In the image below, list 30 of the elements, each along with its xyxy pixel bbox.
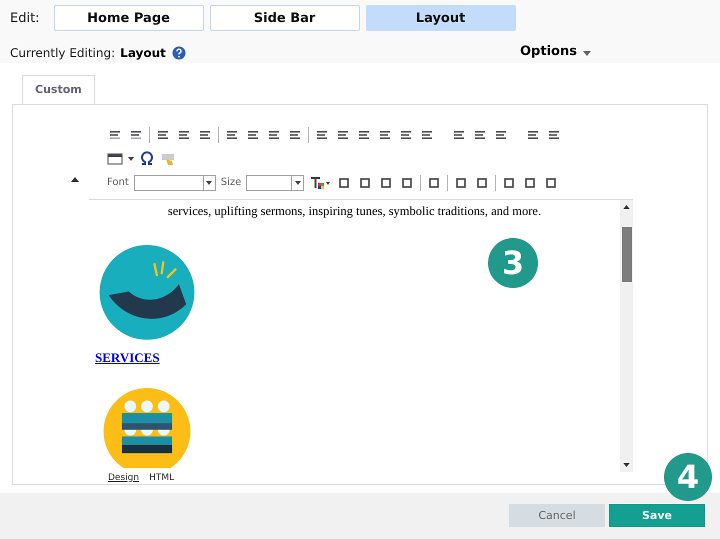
font-label: Font [107,177,129,188]
edit-tab[interactable]: Side Bar [210,5,360,31]
help-icon[interactable] [172,46,186,60]
caret-icon[interactable] [128,156,134,161]
table-icon[interactable] [107,150,123,167]
services-link[interactable]: SERVICES [95,350,160,366]
status-label: Currently Editing: [10,46,116,60]
step-badge: 4 [664,452,712,501]
text-color-icon[interactable] [309,174,332,191]
edit-tab[interactable]: Home Page [54,5,204,31]
panel-tab[interactable]: Custom [22,74,95,105]
caret-icon [582,50,591,56]
edit-tab[interactable]: Layout [366,5,516,31]
scroll-up-icon[interactable] [623,204,630,209]
collapse-icon[interactable] [71,176,79,182]
edit-label: Edit: [10,10,40,26]
mode-tab[interactable]: Design [105,472,142,484]
omega-icon[interactable] [139,150,155,167]
options-menu[interactable]: Options [520,44,591,59]
caret-icon [294,180,301,185]
scrollbar-thumb[interactable] [622,226,632,282]
mode-tab[interactable]: HTML [146,472,178,484]
scrollbar[interactable] [620,200,633,472]
body-text: services, uplifting sermons, inspiring tunes, symbolic traditions, and more. [168,204,542,219]
step-badge: 3 [488,238,538,288]
caret-icon [206,180,212,185]
scroll-down-icon[interactable] [623,462,630,467]
cancel-button[interactable]: Cancel [509,504,605,528]
size-label: Size [220,177,242,188]
status-value: Layout [120,46,166,60]
